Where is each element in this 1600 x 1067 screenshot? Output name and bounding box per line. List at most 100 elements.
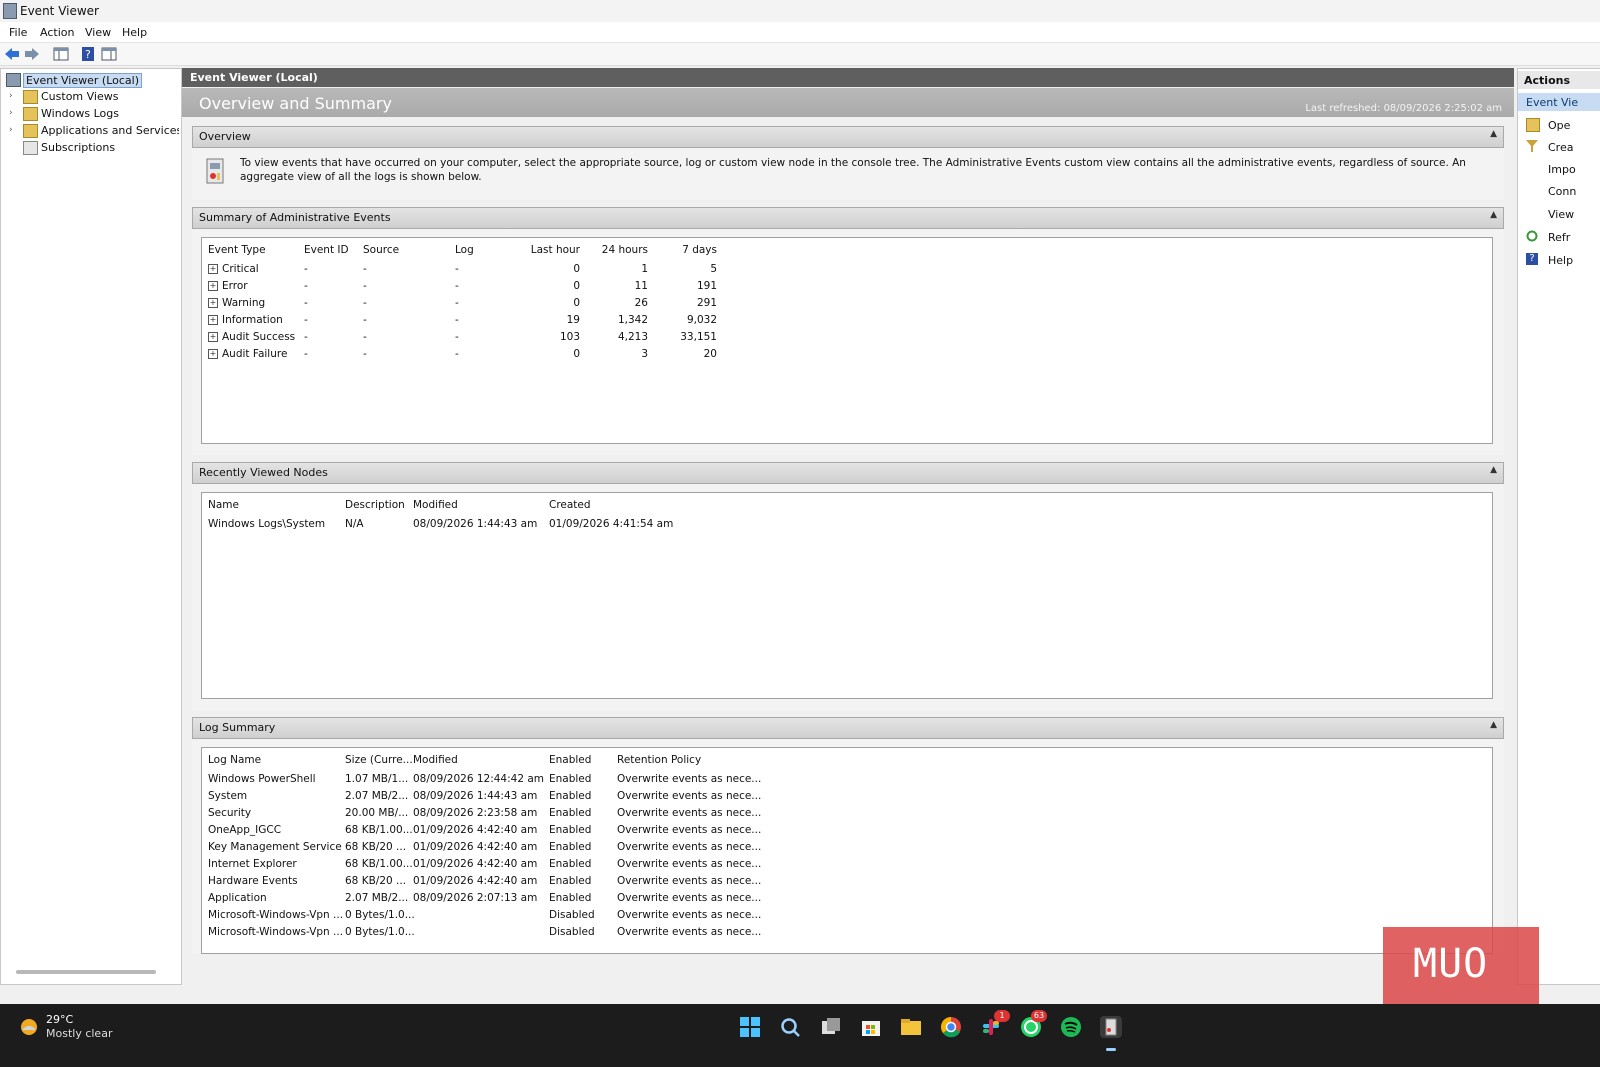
- task-view-icon[interactable]: [820, 1016, 842, 1038]
- forward-arrow-icon[interactable]: [24, 46, 40, 62]
- col-retention-policy[interactable]: Retention Policy: [617, 754, 701, 766]
- collapse-caret-icon[interactable]: ▲: [1490, 210, 1497, 220]
- expand-plus-icon[interactable]: +: [208, 349, 218, 359]
- col-source[interactable]: Source: [363, 244, 399, 256]
- action-view[interactable]: View: [1518, 205, 1600, 223]
- col-modified[interactable]: Modified: [413, 754, 458, 766]
- cell-source: -: [363, 314, 367, 326]
- microsoft-store-icon[interactable]: [860, 1016, 882, 1038]
- weather-desc[interactable]: Mostly clear: [46, 1027, 112, 1040]
- recent-section-header[interactable]: Recently Viewed Nodes ▲: [192, 462, 1504, 484]
- expand-chevron-icon[interactable]: ›: [9, 91, 19, 101]
- center-pane: Event Viewer (Local) Overview and Summar…: [182, 68, 1514, 983]
- col-log[interactable]: Log: [455, 244, 474, 256]
- weather-icon[interactable]: [18, 1016, 40, 1038]
- cell-enabled: Disabled: [549, 926, 595, 938]
- cell-size: 68 KB/20 ...: [345, 841, 407, 853]
- action-connect[interactable]: Conn: [1518, 182, 1600, 200]
- action-label: Conn: [1548, 185, 1577, 198]
- expand-plus-icon[interactable]: +: [208, 315, 218, 325]
- spotify-icon[interactable]: [1060, 1016, 1082, 1038]
- tree-item-applications-and-services[interactable]: › Applications and Services Log: [1, 123, 179, 139]
- col-created[interactable]: Created: [549, 499, 591, 511]
- collapse-caret-icon[interactable]: ▲: [1490, 129, 1497, 139]
- actions-subheader[interactable]: Event Vie: [1518, 93, 1600, 111]
- col-last-hour[interactable]: Last hour: [520, 244, 580, 256]
- action-label: Refr: [1548, 231, 1571, 244]
- cell-last-hour: 0: [573, 297, 580, 309]
- cell-retention-policy: Overwrite events as nece...: [617, 841, 762, 853]
- back-arrow-icon[interactable]: [4, 46, 20, 62]
- action-help[interactable]: ? Help: [1518, 251, 1600, 269]
- menu-file[interactable]: File: [9, 26, 27, 39]
- collapse-caret-icon[interactable]: ▲: [1490, 720, 1497, 730]
- action-refresh[interactable]: Refr: [1518, 228, 1600, 246]
- summary-section-header[interactable]: Summary of Administrative Events ▲: [192, 207, 1504, 229]
- watermark-text: MUO: [1413, 941, 1489, 987]
- folder-icon: [23, 107, 38, 121]
- cell-log: -: [455, 280, 459, 292]
- action-label: Help: [1548, 254, 1574, 267]
- col-event-id[interactable]: Event ID: [304, 244, 349, 256]
- show-hide-action-pane-icon[interactable]: [101, 46, 117, 62]
- col-modified[interactable]: Modified: [413, 499, 458, 511]
- windows-start-icon[interactable]: [739, 1016, 761, 1038]
- cell-log-name: Microsoft-Windows-Vpn ...: [208, 926, 344, 938]
- cell-size: 2.07 MB/2...: [345, 892, 409, 904]
- tree-item-subscriptions[interactable]: Subscriptions: [1, 140, 179, 156]
- search-icon[interactable]: [779, 1016, 801, 1038]
- action-open-saved-log[interactable]: Ope: [1518, 116, 1600, 134]
- log-summary-section-header[interactable]: Log Summary ▲: [192, 717, 1504, 739]
- show-hide-tree-icon[interactable]: [53, 46, 69, 62]
- col-description[interactable]: Description: [345, 499, 405, 511]
- overview-section-header[interactable]: Overview ▲: [192, 126, 1504, 148]
- action-create-custom-view[interactable]: Crea: [1518, 138, 1600, 156]
- cell-24-hours: 11: [634, 280, 648, 292]
- expand-plus-icon[interactable]: +: [208, 298, 218, 308]
- cell-retention-policy: Overwrite events as nece...: [617, 858, 762, 870]
- event-viewer-taskbar-icon[interactable]: [1100, 1016, 1122, 1038]
- weather-temp[interactable]: 29°C: [46, 1013, 73, 1026]
- section-title: Overview: [199, 130, 251, 143]
- col-enabled[interactable]: Enabled: [549, 754, 591, 766]
- col-7-days[interactable]: 7 days: [657, 244, 717, 256]
- expand-chevron-icon[interactable]: ›: [9, 108, 19, 118]
- expand-chevron-icon[interactable]: ›: [9, 125, 19, 135]
- cell-7-days: 20: [703, 348, 717, 360]
- chrome-icon[interactable]: [940, 1016, 962, 1038]
- cell-event-id: -: [304, 297, 308, 309]
- filter-icon: [1526, 140, 1538, 152]
- col-24-hours[interactable]: 24 hours: [588, 244, 648, 256]
- tree-item-event-viewer-local[interactable]: Event Viewer (Local): [1, 72, 179, 88]
- menu-view[interactable]: View: [85, 26, 111, 39]
- cell-log-name: Application: [208, 892, 267, 904]
- tree-horizontal-scrollbar[interactable]: [16, 970, 156, 974]
- help-icon[interactable]: ?: [80, 46, 96, 62]
- file-explorer-icon[interactable]: [900, 1016, 922, 1038]
- cell-log-name: Internet Explorer: [208, 858, 297, 870]
- cell-modified: 08/09/2026 1:44:43 am: [413, 518, 538, 530]
- col-size[interactable]: Size (Curre...: [345, 754, 413, 766]
- action-import-custom-view[interactable]: Impo: [1518, 160, 1600, 178]
- expand-plus-icon[interactable]: +: [208, 264, 218, 274]
- event-log-icon: [204, 157, 226, 185]
- cell-24-hours: 1: [641, 263, 648, 275]
- menu-help[interactable]: Help: [122, 26, 147, 39]
- cell-modified: 08/09/2026 12:44:42 am: [413, 773, 545, 785]
- status-bar: [0, 985, 1600, 1003]
- tree-item-windows-logs[interactable]: › Windows Logs: [1, 106, 179, 122]
- cell-log-name: Microsoft-Windows-Vpn ...: [208, 909, 344, 921]
- window-title: Event Viewer: [20, 4, 99, 18]
- col-log-name[interactable]: Log Name: [208, 754, 261, 766]
- menu-action[interactable]: Action: [40, 26, 74, 39]
- tree-item-custom-views[interactable]: › Custom Views: [1, 89, 179, 105]
- action-label: Impo: [1548, 163, 1576, 176]
- expand-plus-icon[interactable]: +: [208, 281, 218, 291]
- expand-plus-icon[interactable]: +: [208, 332, 218, 342]
- collapse-caret-icon[interactable]: ▲: [1490, 465, 1497, 475]
- tree-item-label: Windows Logs: [41, 107, 119, 120]
- col-name[interactable]: Name: [208, 499, 239, 511]
- cell-24-hours: 1,342: [617, 314, 648, 326]
- page-title: Overview and Summary: [199, 94, 392, 113]
- col-event-type[interactable]: Event Type: [208, 244, 266, 256]
